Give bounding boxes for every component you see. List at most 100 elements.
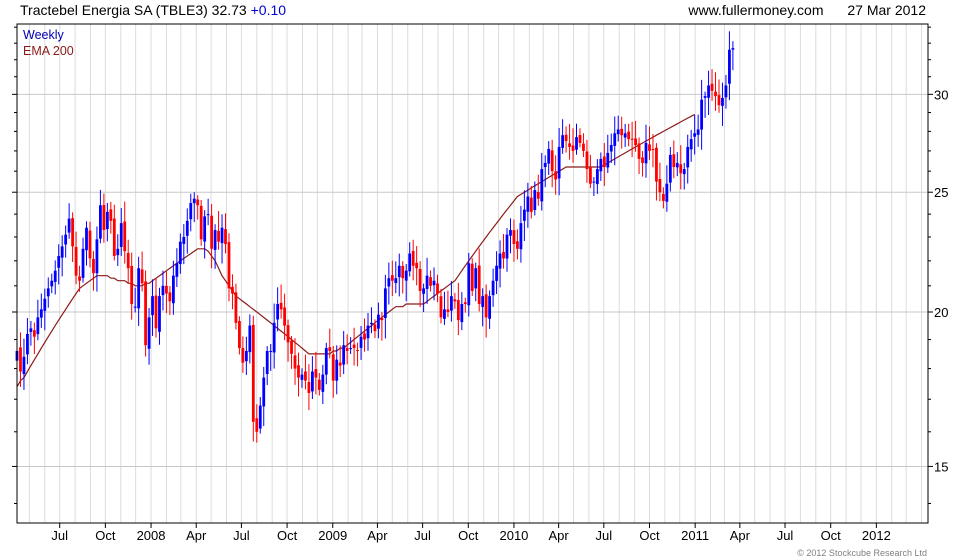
candle xyxy=(185,208,189,254)
candle-body xyxy=(495,265,498,281)
candle-body xyxy=(512,230,516,245)
candle-body xyxy=(140,269,144,284)
candle-body xyxy=(456,300,460,321)
candle xyxy=(317,372,321,396)
legend-weekly: Weekly xyxy=(23,28,64,42)
candle xyxy=(356,342,359,367)
candle xyxy=(335,345,339,395)
candle xyxy=(154,277,158,338)
candle-body xyxy=(582,143,585,151)
candle-body xyxy=(387,278,391,287)
candle xyxy=(627,123,631,147)
candle-body xyxy=(696,129,700,135)
candle-body xyxy=(467,263,471,306)
candle-body xyxy=(620,128,624,136)
candle-body xyxy=(377,314,380,329)
candle-body xyxy=(29,328,33,332)
candle xyxy=(366,312,370,351)
y-tick-label: 20 xyxy=(934,305,948,320)
candle xyxy=(488,290,492,329)
candle-body xyxy=(630,138,634,140)
candle-body xyxy=(255,418,259,432)
candle-body xyxy=(443,309,446,319)
candle-body xyxy=(655,147,658,182)
candle-body xyxy=(78,276,81,281)
x-tick-label: Oct xyxy=(458,528,479,543)
candle xyxy=(689,129,693,162)
candle-body xyxy=(502,252,505,259)
candle-body xyxy=(231,286,234,294)
candle-body xyxy=(182,236,186,244)
candle xyxy=(474,262,478,302)
candle xyxy=(175,248,179,287)
candle xyxy=(67,203,71,239)
candle-body xyxy=(728,49,731,84)
candle xyxy=(429,270,432,292)
candle-body xyxy=(644,143,648,164)
candle-body xyxy=(661,194,665,201)
candle-body xyxy=(248,325,252,353)
candle xyxy=(651,134,655,168)
candle xyxy=(310,356,314,399)
candle-body xyxy=(99,205,102,239)
candle-body xyxy=(116,248,120,256)
candle-body xyxy=(401,265,405,279)
candle-body xyxy=(178,241,182,265)
candle-body xyxy=(356,349,359,351)
candle-body xyxy=(265,350,269,374)
candle xyxy=(522,190,526,241)
candle xyxy=(550,139,554,188)
candle xyxy=(536,174,540,206)
candle-body xyxy=(363,333,366,340)
candle-body xyxy=(22,356,26,375)
candle-body xyxy=(516,241,519,249)
candle-body xyxy=(481,296,485,307)
candle xyxy=(582,133,585,157)
candle-body xyxy=(710,83,714,91)
candle xyxy=(599,152,603,181)
candle-body xyxy=(144,281,147,346)
candle-body xyxy=(498,253,502,269)
x-tick-label: Apr xyxy=(367,528,388,543)
candles xyxy=(15,31,735,443)
candle-body xyxy=(32,330,36,337)
candle-body xyxy=(533,190,537,210)
candle-body xyxy=(46,288,50,297)
candle-body xyxy=(429,277,432,286)
candle xyxy=(439,289,443,324)
candle-body xyxy=(668,154,672,183)
candle xyxy=(314,351,318,395)
candle xyxy=(620,116,624,149)
candle-body xyxy=(224,229,227,245)
candle xyxy=(540,152,544,211)
candle xyxy=(112,204,116,261)
candle-body xyxy=(721,97,724,106)
candle xyxy=(130,252,134,320)
candle xyxy=(731,41,735,71)
candle xyxy=(50,273,54,294)
candle-body xyxy=(672,154,676,168)
candle xyxy=(717,79,721,113)
candle-body xyxy=(519,223,523,250)
candle-body xyxy=(578,135,582,144)
candle-body xyxy=(526,196,530,212)
candle-body xyxy=(714,91,717,97)
candle-body xyxy=(238,321,241,349)
candle-body xyxy=(203,216,207,242)
candle-body xyxy=(543,162,547,168)
candle-body xyxy=(571,145,575,151)
candle-body xyxy=(474,268,478,289)
candle xyxy=(456,282,460,336)
candle-body xyxy=(53,270,57,282)
candle-body xyxy=(241,348,245,363)
candle xyxy=(495,251,498,294)
candle-body xyxy=(220,227,224,244)
candle-body xyxy=(151,296,154,316)
candle xyxy=(498,240,502,288)
candle xyxy=(418,261,422,308)
candle xyxy=(290,335,293,369)
candle xyxy=(564,126,568,153)
candle-body xyxy=(602,156,606,168)
candle-body xyxy=(422,288,425,294)
copyright-notice: © 2012 Stockcube Research Ltd xyxy=(797,548,927,558)
